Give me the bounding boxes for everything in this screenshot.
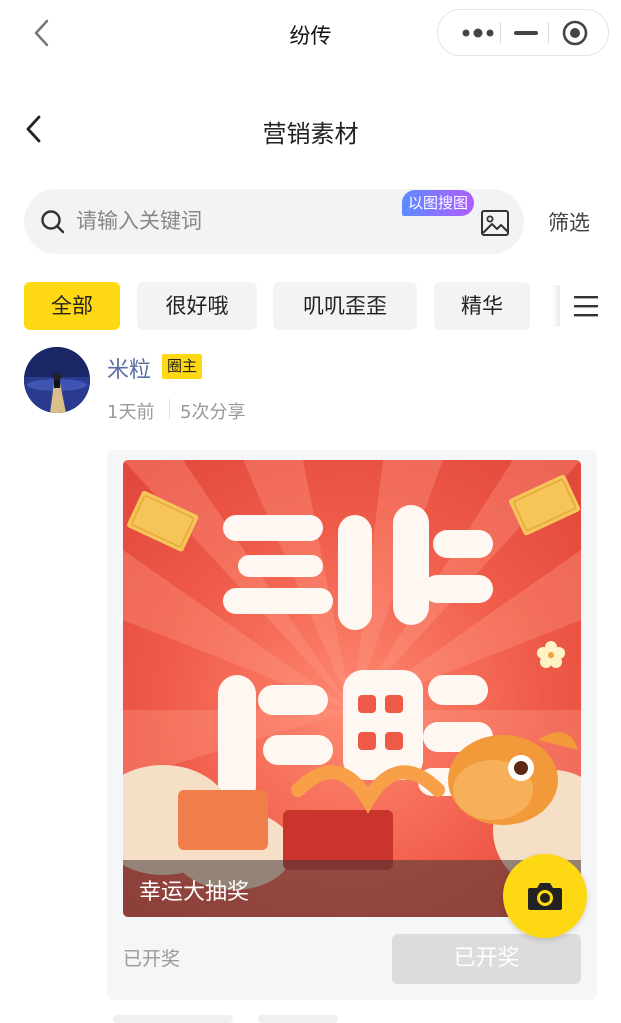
- image-icon[interactable]: [480, 208, 510, 238]
- tab-all[interactable]: 全部: [24, 282, 120, 330]
- author-name[interactable]: 米粒: [107, 352, 151, 384]
- poster-artwork: [123, 460, 581, 917]
- meta-divider: [169, 399, 170, 419]
- filter-button[interactable]: 筛选: [548, 207, 590, 237]
- capsule-divider: [548, 22, 549, 44]
- poster-caption: 幸运大抽奖: [139, 880, 250, 905]
- tab-jinghua[interactable]: 精华: [434, 282, 530, 330]
- tab-henhaoo[interactable]: 很好哦: [137, 282, 257, 330]
- search-bar: 以图搜图: [24, 189, 524, 254]
- share-count: 5次分享: [180, 402, 246, 423]
- close-button[interactable]: [560, 18, 590, 48]
- more-button[interactable]: [450, 20, 506, 46]
- mini-program-nav-bar: 纷传: [0, 0, 621, 70]
- poster-image[interactable]: 幸运大抽奖: [123, 460, 581, 917]
- drawn-button[interactable]: 已开奖: [392, 934, 581, 984]
- capsule-menu: [437, 9, 609, 56]
- image-search-badge: 以图搜图: [402, 190, 475, 216]
- avatar-image: [24, 347, 90, 413]
- capsule-divider: [500, 22, 501, 44]
- owner-badge: 圈主: [162, 354, 203, 379]
- minimize-icon: [514, 31, 538, 35]
- close-target-icon: [562, 20, 588, 46]
- search-input[interactable]: [76, 206, 406, 236]
- tabs-fade: [552, 285, 560, 327]
- page-title: 营销素材: [262, 120, 359, 148]
- next-item-peek: [258, 1015, 338, 1023]
- more-dots-icon: [462, 28, 494, 38]
- avatar[interactable]: [24, 347, 90, 413]
- camera-icon: [528, 883, 562, 910]
- menu-icon: [574, 296, 598, 317]
- minimize-button[interactable]: [508, 20, 544, 46]
- draw-status: 已开奖: [123, 948, 181, 970]
- search-icon: [41, 210, 65, 234]
- post-time: 1天前: [107, 402, 155, 423]
- camera-fab-button[interactable]: [503, 854, 587, 938]
- tabs-menu-button[interactable]: [564, 287, 608, 325]
- next-item-peek: [113, 1015, 233, 1023]
- tab-jijiwaiwai[interactable]: 叽叽歪歪: [273, 282, 417, 330]
